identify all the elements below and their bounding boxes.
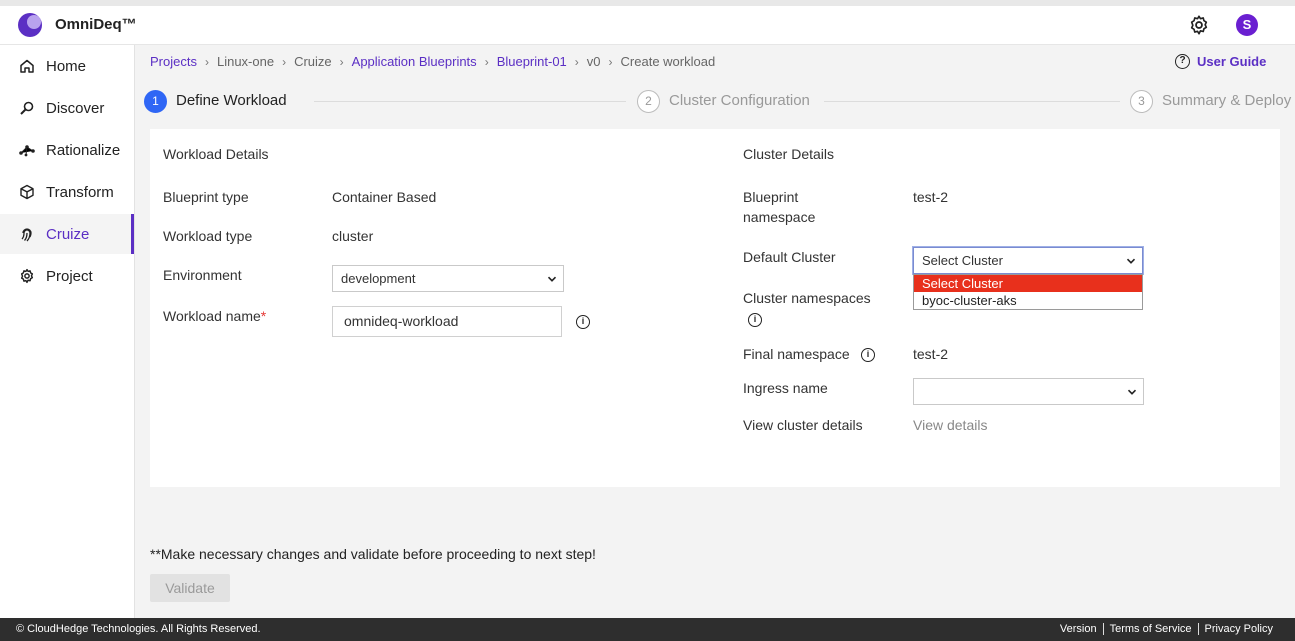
environment-selected-value: development [341, 271, 416, 286]
validate-button[interactable]: Validate [150, 574, 230, 602]
required-asterisk: * [260, 308, 267, 324]
cluster-option-byoc-cluster-aks[interactable]: byoc-cluster-aks [914, 292, 1142, 309]
ingress-name-label: Ingress name [743, 380, 828, 396]
chevron-right-icon: › [339, 54, 344, 69]
sidebar-item-rationalize[interactable]: Rationalize [0, 130, 134, 170]
stepper: 1 Define Workload 2 Cluster Configuratio… [144, 89, 1291, 113]
cube-icon [18, 183, 36, 201]
sidebar-item-home[interactable]: Home [0, 46, 134, 86]
default-cluster-selected-value: Select Cluster [922, 253, 1003, 268]
settings-gear-icon[interactable] [1188, 14, 1210, 36]
sidebar-item-cruize[interactable]: Cruize [0, 214, 134, 254]
chevron-right-icon: › [484, 54, 489, 69]
breadcrumb-projects[interactable]: Projects [150, 54, 197, 69]
workload-details-title: Workload Details [163, 146, 269, 162]
blueprint-namespace-label-line1: Blueprint [743, 189, 799, 205]
workload-name-label: Workload name* [163, 308, 266, 324]
home-icon [18, 57, 36, 75]
breadcrumb: Projects › Linux-one › Cruize › Applicat… [150, 54, 715, 69]
discover-icon [18, 99, 36, 117]
footer-link-terms[interactable]: Terms of Service [1102, 623, 1198, 635]
default-cluster-dropdown-list: Select Cluster byoc-cluster-aks [913, 274, 1143, 310]
help-icon: ? [1175, 54, 1190, 69]
fingerprint-icon [18, 225, 36, 243]
copyright-text: © CloudHedge Technologies. All Rights Re… [16, 623, 261, 635]
sidebar-item-label: Home [46, 57, 87, 75]
sidebar-item-label: Rationalize [46, 141, 121, 159]
breadcrumb-create-workload: Create workload [620, 54, 716, 69]
breadcrumb-cruize: Cruize [294, 54, 332, 69]
cluster-details-title: Cluster Details [743, 146, 835, 162]
step-1-label[interactable]: Define Workload [176, 92, 287, 109]
sidebar: Home Discover Rationalize Transform Crui… [0, 45, 135, 618]
environment-select[interactable]: development [332, 265, 564, 292]
omnideq-logo[interactable] [18, 13, 42, 37]
sidebar-item-label: Cruize [46, 225, 90, 243]
gear-icon [18, 267, 36, 285]
info-icon[interactable]: i [861, 348, 875, 362]
footer-links: Version Terms of Service Privacy Policy [1054, 623, 1279, 635]
step-connector [314, 101, 626, 102]
final-namespace-value: test-2 [913, 346, 949, 362]
ingress-name-select[interactable] [913, 378, 1144, 405]
blueprint-type-value: Container Based [332, 189, 437, 205]
chevron-right-icon: › [574, 54, 579, 69]
chevron-down-icon [547, 276, 557, 282]
user-guide-link[interactable]: ? User Guide [1175, 54, 1266, 69]
sidebar-item-discover[interactable]: Discover [0, 88, 134, 128]
cluster-option-select-cluster[interactable]: Select Cluster [914, 275, 1142, 292]
final-namespace-label: Final namespace [743, 346, 850, 362]
cluster-namespaces-label: Cluster namespaces [743, 290, 871, 306]
blueprint-namespace-value: test-2 [913, 189, 949, 205]
footer-link-version[interactable]: Version [1054, 623, 1103, 635]
step-connector [824, 101, 1120, 102]
breadcrumb-application-blueprints[interactable]: Application Blueprints [352, 54, 477, 69]
workload-name-label-text: Workload name [163, 308, 261, 324]
breadcrumb-version: v0 [586, 54, 601, 69]
step-2-circle[interactable]: 2 [637, 90, 660, 113]
chevron-right-icon: › [282, 54, 287, 69]
user-avatar[interactable]: S [1236, 14, 1258, 36]
environment-label: Environment [163, 267, 242, 283]
step-3-label[interactable]: Summary & Deploy [1162, 92, 1291, 109]
view-details-link[interactable]: View details [913, 417, 987, 433]
workload-form-panel: Workload Details Blueprint type Containe… [150, 129, 1280, 487]
sidebar-item-label: Transform [46, 183, 114, 201]
chevron-right-icon: › [204, 54, 209, 69]
sidebar-item-transform[interactable]: Transform [0, 172, 134, 212]
info-icon[interactable]: i [748, 313, 762, 327]
top-bar: OmniDeq™ S [0, 0, 1295, 45]
blueprint-namespace-label: Blueprint namespace [743, 189, 815, 225]
footer-link-privacy[interactable]: Privacy Policy [1197, 623, 1279, 635]
user-guide-label: User Guide [1197, 54, 1267, 69]
breadcrumb-blueprint-01[interactable]: Blueprint-01 [497, 54, 567, 69]
chevron-right-icon: › [608, 54, 613, 69]
sidebar-item-project[interactable]: Project [0, 256, 134, 296]
default-cluster-select[interactable]: Select Cluster [912, 246, 1144, 275]
validation-note: **Make necessary changes and validate be… [150, 546, 596, 562]
info-icon[interactable]: i [576, 315, 590, 329]
chevron-down-icon [1126, 258, 1136, 264]
default-cluster-label: Default Cluster [743, 249, 836, 265]
sidebar-item-label: Discover [46, 99, 105, 117]
workload-type-label: Workload type [163, 228, 253, 244]
sidebar-item-label: Project [46, 267, 93, 285]
brand-name: OmniDeq™ [55, 16, 137, 33]
workload-name-input[interactable]: omnideq-workload [332, 306, 562, 337]
chevron-down-icon [1127, 389, 1137, 395]
breadcrumb-linux-one: Linux-one [216, 54, 275, 69]
rationalize-icon [18, 141, 36, 159]
step-3-circle[interactable]: 3 [1130, 90, 1153, 113]
footer: © CloudHedge Technologies. All Rights Re… [0, 618, 1295, 641]
view-cluster-details-label: View cluster details [743, 417, 863, 433]
blueprint-namespace-label-line2: namespace [743, 209, 816, 225]
step-2-label[interactable]: Cluster Configuration [669, 92, 810, 109]
step-1-circle[interactable]: 1 [144, 90, 167, 113]
blueprint-type-label: Blueprint type [163, 189, 249, 205]
workload-type-value: cluster [332, 228, 374, 244]
